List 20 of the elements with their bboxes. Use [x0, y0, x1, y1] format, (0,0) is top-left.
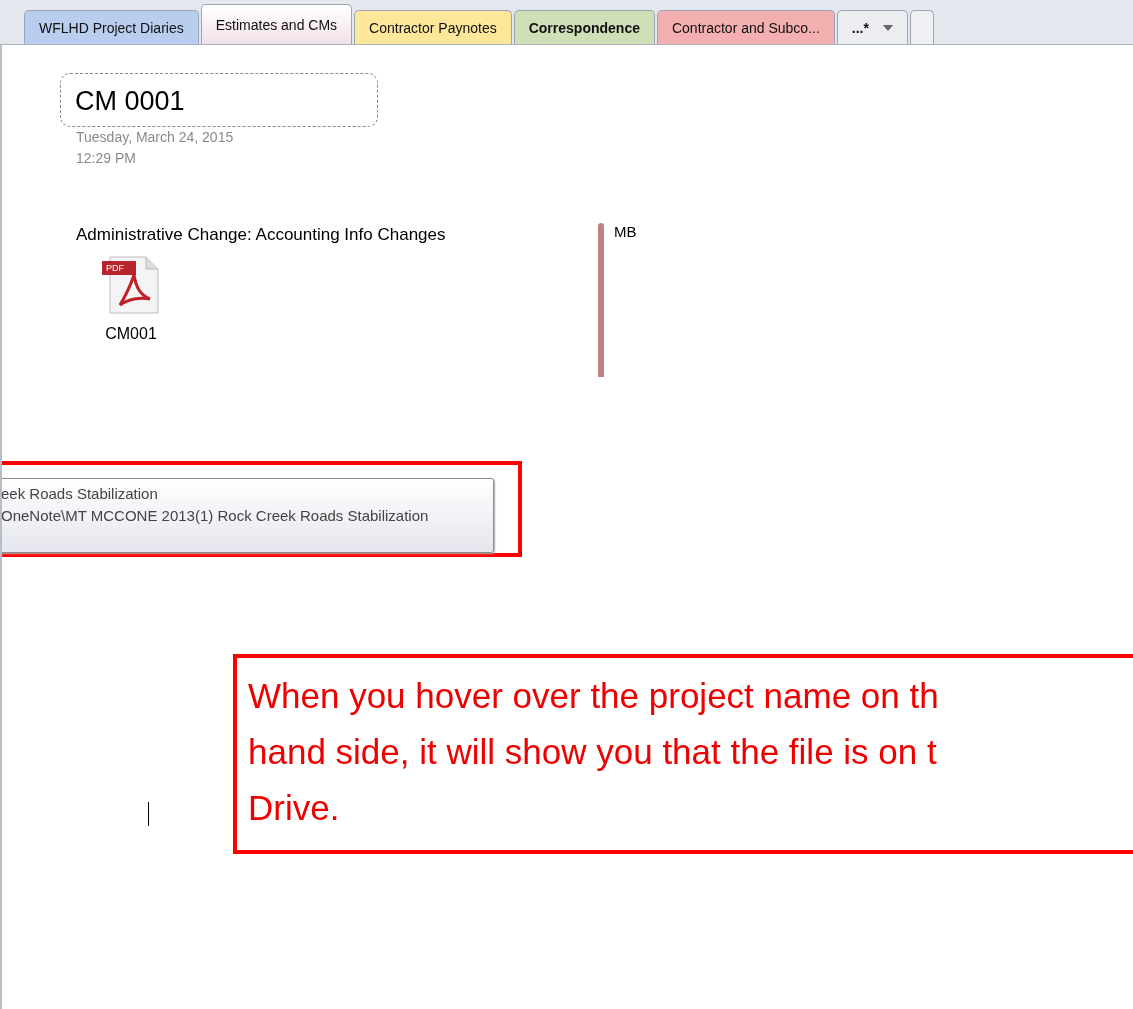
caret-icon[interactable]: [882, 24, 893, 31]
section-tab[interactable]: WFLHD Project Diaries: [24, 10, 199, 44]
author-initials: MB: [614, 223, 637, 240]
page-time: 12:29 PM: [75, 149, 137, 168]
file-type-label: PDF: [106, 262, 124, 275]
section-tab[interactable]: Correspondence: [513, 10, 655, 44]
note-text: Administrative Change: Accounting Info Changes: [76, 225, 446, 245]
callout-text: When you hover over the project name on th: [248, 675, 940, 717]
file-name[interactable]: CM001: [105, 325, 157, 343]
page-title[interactable]: CM 0001: [60, 73, 378, 127]
callout-text: hand side, it will show you that the file is on t: [248, 731, 938, 773]
section-tab[interactable]: Estimates and CMs: [200, 4, 353, 44]
text-cursor: [148, 802, 149, 826]
section-tab[interactable]: Contractor Paynotes: [354, 10, 512, 44]
page-date: Tuesday, March 24, 2015: [75, 128, 235, 147]
tooltip-text: OneNote\MT MCCONE 2013(1) Rock Creek Roads Stabilization: [2, 506, 430, 526]
more-sections-tab[interactable]: ...*: [836, 10, 908, 44]
callout-text: Drive.: [248, 787, 341, 829]
tooltip-text: eek Roads Stabilization: [2, 484, 159, 504]
section-tab[interactable]: Contractor and Subco...: [656, 10, 835, 44]
